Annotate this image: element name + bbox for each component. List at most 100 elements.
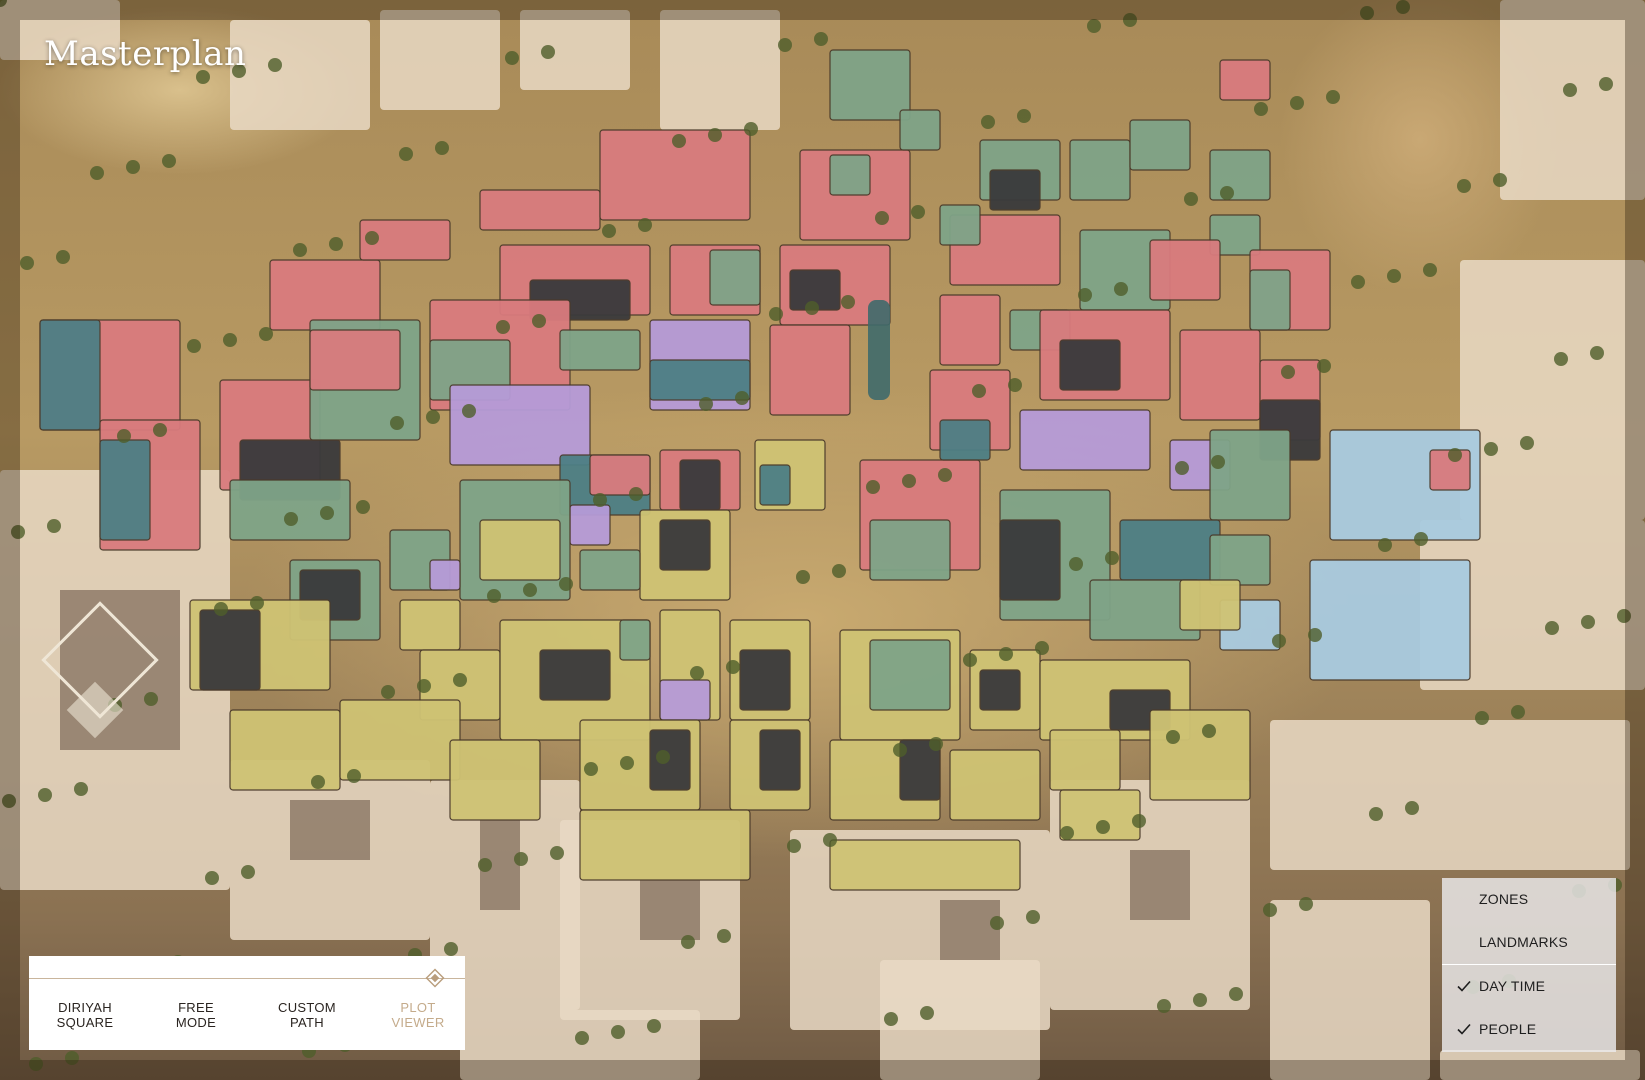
plot[interactable] [1019, 409, 1151, 471]
plot[interactable] [1209, 534, 1271, 586]
plot[interactable] [649, 359, 751, 401]
courtyard [290, 800, 370, 860]
plot[interactable] [1059, 339, 1121, 391]
plot[interactable] [829, 154, 871, 196]
plot[interactable] [759, 464, 791, 506]
tree [1175, 461, 1189, 475]
layer-toggle-zones[interactable]: ZONES [1442, 878, 1616, 921]
plot[interactable] [939, 204, 981, 246]
courtyard [1130, 850, 1190, 920]
tree [796, 570, 810, 584]
plot[interactable] [659, 679, 711, 721]
mode-label-line1: CUSTOM [278, 1000, 336, 1015]
plot[interactable] [659, 519, 711, 571]
tree [575, 1031, 589, 1045]
tree [1017, 109, 1031, 123]
tree [214, 602, 228, 616]
plot[interactable] [1209, 149, 1271, 201]
plot[interactable] [829, 49, 911, 121]
tree [593, 493, 607, 507]
mode-label-line2: MODE [175, 1015, 217, 1030]
plot[interactable] [199, 609, 261, 691]
plot[interactable] [619, 619, 651, 661]
tree [1220, 186, 1234, 200]
plot[interactable] [1149, 709, 1251, 801]
tree [1317, 359, 1331, 373]
layer-toggle-landmarks[interactable]: LANDMARKS [1442, 921, 1616, 964]
plot[interactable] [589, 454, 651, 496]
plot[interactable] [1249, 269, 1291, 331]
plot[interactable] [479, 189, 601, 231]
tree [832, 564, 846, 578]
tree [902, 474, 916, 488]
layer-toggle-people[interactable]: PEOPLE [1442, 1008, 1616, 1051]
plot[interactable] [1049, 729, 1121, 791]
mode-plot-viewer-button[interactable]: PLOT VIEWER [363, 1000, 473, 1030]
plot[interactable] [539, 649, 611, 701]
plot[interactable] [309, 329, 401, 391]
plot[interactable] [399, 599, 461, 651]
plot[interactable] [479, 519, 561, 581]
plot[interactable] [679, 459, 721, 511]
plot[interactable] [869, 519, 951, 581]
plot[interactable] [449, 384, 591, 466]
tree [532, 314, 546, 328]
tree [153, 423, 167, 437]
plot[interactable] [939, 294, 1001, 366]
mode-free-mode-button[interactable]: FREE MODE [141, 1000, 251, 1030]
plot[interactable] [979, 669, 1021, 711]
tree [708, 128, 722, 142]
plot[interactable] [569, 504, 611, 546]
tree [805, 301, 819, 315]
plot[interactable] [1069, 139, 1131, 201]
plot[interactable] [769, 324, 851, 416]
plot-layer[interactable] [0, 0, 1645, 1080]
plot[interactable] [339, 699, 461, 781]
tree [1457, 179, 1471, 193]
plot[interactable] [869, 639, 951, 711]
plot[interactable] [1309, 559, 1471, 681]
courtyard [640, 880, 700, 940]
tree [681, 935, 695, 949]
plot[interactable] [649, 729, 691, 791]
mode-label-line1: PLOT [400, 1000, 436, 1015]
plot[interactable] [739, 649, 791, 711]
layer-toggle-day-time[interactable]: DAY TIME [1442, 965, 1616, 1008]
tree [390, 416, 404, 430]
tree [787, 839, 801, 853]
tree [769, 307, 783, 321]
plot[interactable] [1119, 519, 1221, 581]
plot[interactable] [949, 749, 1041, 821]
plot[interactable] [39, 319, 101, 431]
plot[interactable] [759, 729, 801, 791]
plot[interactable] [579, 809, 751, 881]
plot[interactable] [899, 109, 941, 151]
plot[interactable] [579, 549, 641, 591]
plot[interactable] [1129, 119, 1191, 171]
plot[interactable] [429, 559, 461, 591]
plot[interactable] [989, 169, 1041, 211]
plot[interactable] [829, 839, 1021, 891]
mode-diriyah-square-button[interactable]: DIRIYAH SQUARE [30, 1000, 140, 1030]
plot[interactable] [99, 439, 151, 541]
tree [1554, 352, 1568, 366]
plot[interactable] [559, 329, 641, 371]
tree [726, 660, 740, 674]
plot[interactable] [1219, 59, 1271, 101]
plot[interactable] [999, 519, 1061, 601]
masterplan-map[interactable] [0, 0, 1645, 1080]
building-mass [1270, 720, 1630, 870]
plot[interactable] [1179, 579, 1241, 631]
mode-custom-path-button[interactable]: CUSTOM PATH [252, 1000, 362, 1030]
tree [690, 666, 704, 680]
plot[interactable] [1149, 239, 1221, 301]
plot[interactable] [709, 249, 761, 306]
plot[interactable] [1179, 329, 1261, 421]
mode-label-line2: SQUARE [56, 1015, 114, 1030]
tree [487, 589, 501, 603]
plot[interactable] [1209, 429, 1291, 521]
plot[interactable] [939, 419, 991, 461]
plot[interactable] [449, 739, 541, 821]
tree [911, 205, 925, 219]
tree [329, 237, 343, 251]
